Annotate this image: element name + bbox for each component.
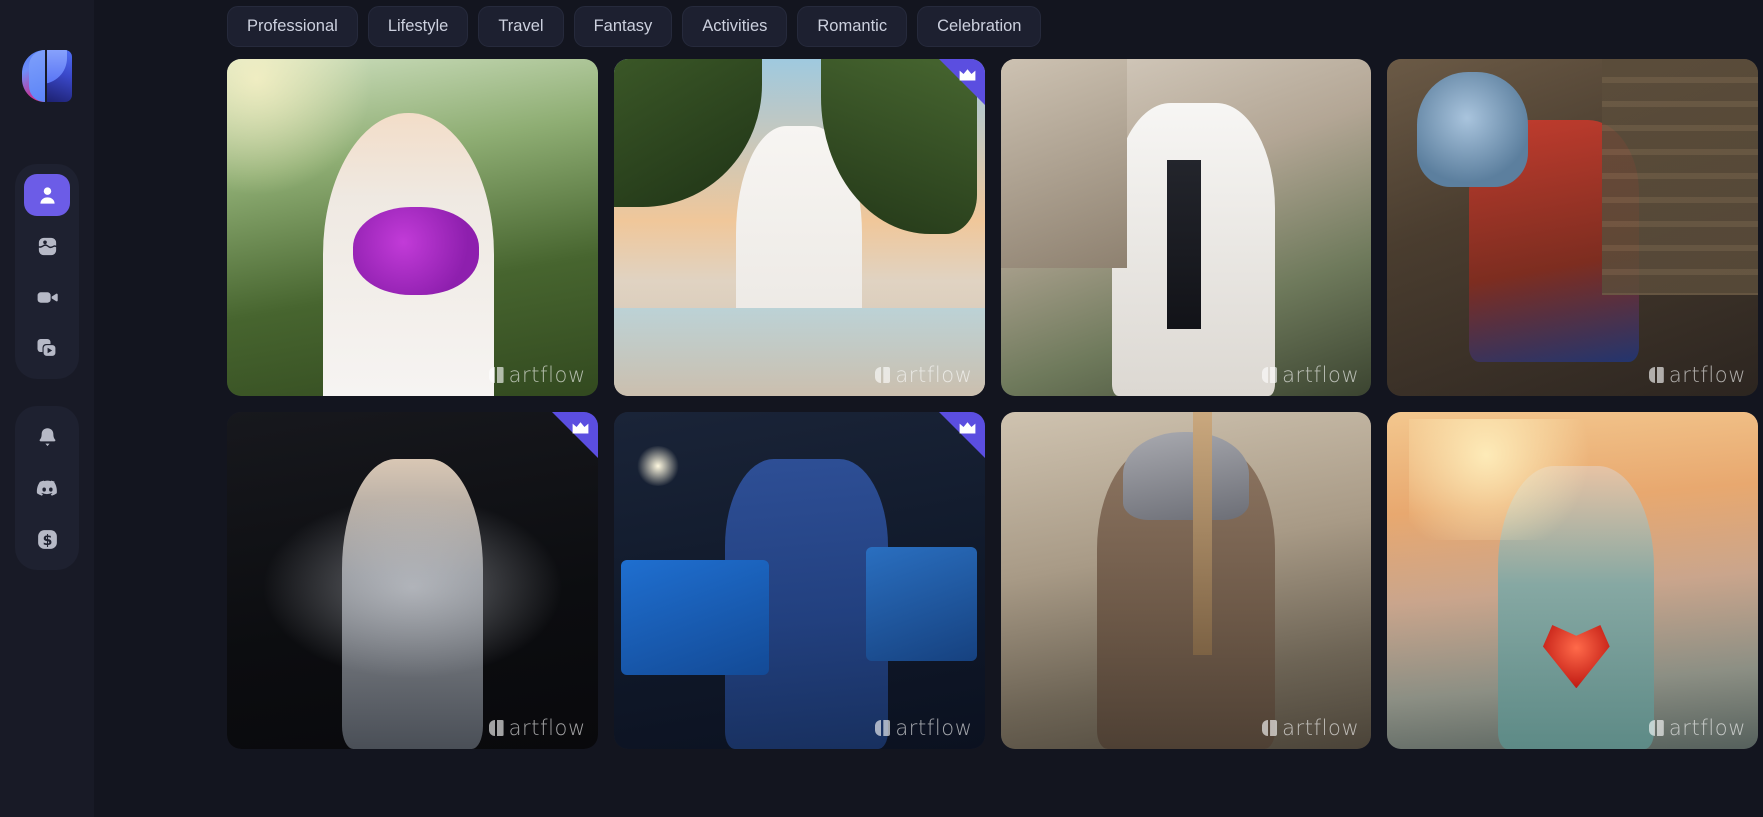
watermark: artflow <box>1262 716 1359 740</box>
gallery-card[interactable]: artflow <box>613 412 985 749</box>
watermark-label: artflow <box>508 716 586 740</box>
video-icon <box>35 285 60 310</box>
watermark-label: artflow <box>1282 716 1360 740</box>
watermark-label: artflow <box>1282 363 1360 387</box>
sidebar-item-notifications[interactable] <box>24 416 70 458</box>
watermark-logo-icon <box>875 367 891 383</box>
crown-icon <box>958 421 977 436</box>
crown-icon <box>571 421 590 436</box>
gallery-card[interactable]: artflow <box>227 412 598 749</box>
bell-icon <box>36 426 59 449</box>
sidebar-item-characters[interactable] <box>24 174 70 216</box>
watermark: artflow <box>488 716 586 740</box>
sidebar-item-videos[interactable] <box>24 276 70 318</box>
tab-travel[interactable]: Travel <box>478 6 564 47</box>
watermark-logo-icon <box>875 720 891 736</box>
tab-fantasy[interactable]: Fantasy <box>573 6 673 47</box>
svg-text:$: $ <box>42 533 52 549</box>
watermark-label: artflow <box>895 716 973 740</box>
sidebar-item-library[interactable] <box>24 327 70 369</box>
gallery-card[interactable]: artflow <box>1000 412 1372 749</box>
watermark-label: artflow <box>895 363 973 387</box>
category-tabbar: Professional Lifestyle Travel Fantasy Ac… <box>94 0 1763 59</box>
app-root: $ Professional Lifestyle Travel Fantasy … <box>0 0 1763 817</box>
sidebar: $ <box>0 0 94 817</box>
image-icon <box>36 235 59 258</box>
card-image <box>1387 59 1758 396</box>
watermark: artflow <box>875 716 972 740</box>
watermark: artflow <box>875 363 972 387</box>
watermark: artflow <box>488 363 586 387</box>
watermark-logo-icon <box>1648 367 1664 383</box>
main-content: Professional Lifestyle Travel Fantasy Ac… <box>94 0 1763 817</box>
person-icon <box>36 184 59 207</box>
logo-left-inner-shape <box>29 50 45 102</box>
sidebar-item-discord[interactable] <box>24 467 70 509</box>
watermark-logo-icon <box>1262 720 1278 736</box>
crown-icon <box>958 68 977 83</box>
gallery-grid: artflow artflow artflow artflow artflow artfl… <box>94 59 1763 817</box>
watermark-logo-icon <box>1648 720 1664 736</box>
sidebar-item-images[interactable] <box>24 225 70 267</box>
gallery-card[interactable]: artflow <box>227 59 598 396</box>
card-image <box>1000 59 1372 396</box>
card-image <box>227 59 598 396</box>
card-image <box>613 59 985 396</box>
gallery-card[interactable]: artflow <box>1387 59 1758 396</box>
sidebar-secondary-group: $ <box>15 406 79 570</box>
library-icon <box>35 336 59 360</box>
sidebar-item-billing[interactable]: $ <box>24 518 70 560</box>
discord-icon <box>35 476 60 501</box>
tab-activities[interactable]: Activities <box>682 6 788 47</box>
watermark: artflow <box>1262 363 1359 387</box>
watermark: artflow <box>1648 716 1746 740</box>
watermark-label: artflow <box>1668 716 1746 740</box>
watermark-label: artflow <box>1668 363 1746 387</box>
watermark-label: artflow <box>508 363 586 387</box>
card-image <box>1387 412 1758 749</box>
tab-professional[interactable]: Professional <box>227 6 358 47</box>
sidebar-primary-group <box>15 164 79 379</box>
gallery-card[interactable]: artflow <box>613 59 985 396</box>
dollar-icon: $ <box>35 527 60 552</box>
watermark-logo-icon <box>488 720 504 736</box>
watermark-logo-icon <box>488 367 504 383</box>
tab-romantic[interactable]: Romantic <box>797 6 908 47</box>
card-image <box>227 412 598 749</box>
watermark-logo-icon <box>1262 367 1278 383</box>
card-image <box>1000 412 1372 749</box>
gallery-card[interactable]: artflow <box>1000 59 1372 396</box>
card-image <box>613 412 985 749</box>
watermark: artflow <box>1648 363 1746 387</box>
gallery-card[interactable]: artflow <box>1387 412 1758 749</box>
logo-right-shape <box>47 50 72 102</box>
tab-lifestyle[interactable]: Lifestyle <box>367 6 469 47</box>
tab-celebration[interactable]: Celebration <box>917 6 1042 47</box>
artflow-logo[interactable] <box>22 50 72 102</box>
